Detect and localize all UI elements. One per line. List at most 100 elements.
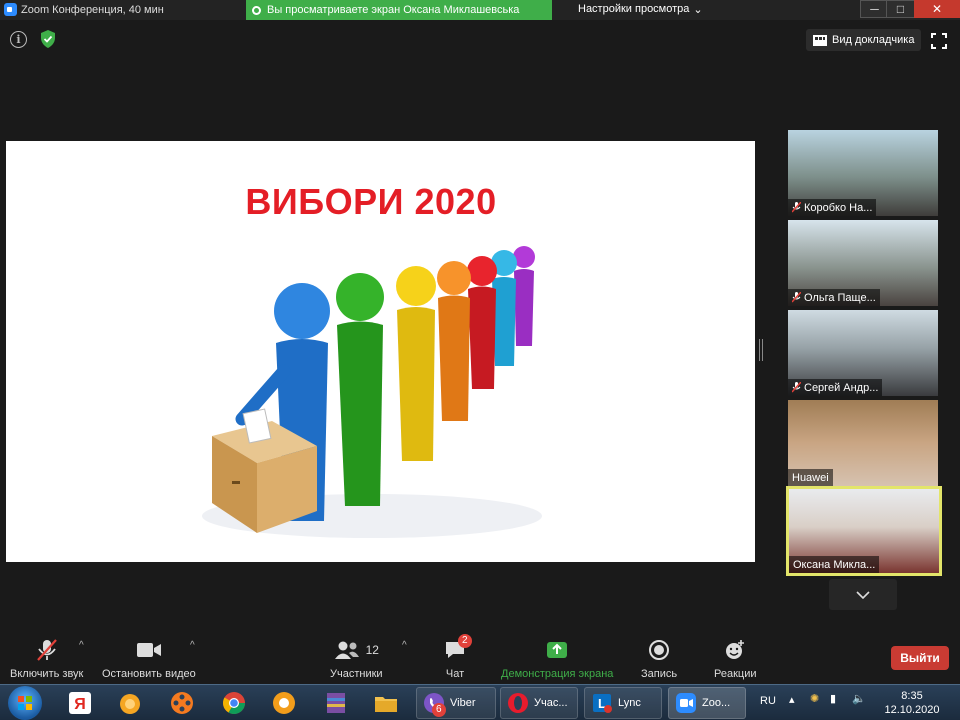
participant-tile[interactable]: Сергей Андр...	[788, 310, 938, 396]
windows-logo-icon	[18, 696, 32, 710]
participant-name-tag: Сергей Андр...	[788, 379, 883, 396]
participant-name: Коробко На...	[804, 201, 873, 214]
taskbar-opera-label: Учас...	[534, 697, 568, 709]
taskbar-viber[interactable]: Viber	[416, 687, 496, 719]
taskbar-lync[interactable]: L Lync	[584, 687, 662, 719]
participants-options-caret-icon[interactable]: ^	[402, 640, 407, 651]
winrar-app[interactable]	[320, 688, 352, 718]
video-options-caret-icon[interactable]: ^	[190, 640, 195, 651]
tray-sun-icon[interactable]: ✺	[810, 692, 819, 705]
archive-icon	[327, 693, 345, 713]
taskbar-zoom[interactable]: Zoo...	[668, 687, 746, 719]
language-indicator[interactable]: RU	[760, 695, 776, 707]
volume-icon[interactable]: 🔈	[852, 692, 866, 705]
zoom-icon	[676, 693, 696, 713]
svg-text:Я: Я	[74, 696, 86, 713]
settings-app[interactable]	[268, 688, 300, 718]
participant-name-tag: Оксана Микла...	[789, 556, 880, 573]
window-title: Zoom Конференция, 40 мин	[21, 3, 164, 16]
grid-view-icon	[813, 34, 827, 46]
fullscreen-icon[interactable]	[931, 33, 947, 49]
browser-app[interactable]	[114, 688, 146, 718]
participant-name: Сергей Андр...	[804, 381, 879, 394]
active-speaker-tile[interactable]: Оксана Микла...	[786, 486, 942, 576]
smiley-icon	[726, 640, 745, 659]
participant-name: Huawei	[792, 471, 829, 484]
leave-meeting-button[interactable]: Выйти	[891, 646, 949, 670]
maximize-button[interactable]: □	[886, 0, 915, 18]
scroll-participants-down-button[interactable]	[829, 579, 897, 610]
record-icon	[649, 640, 670, 660]
participants-count: 12	[365, 643, 379, 657]
show-hidden-icons-icon[interactable]: ▴	[789, 693, 795, 706]
panel-resize-handle[interactable]	[759, 339, 763, 361]
participant-name: Оксана Микла...	[793, 558, 876, 571]
start-button[interactable]	[8, 686, 42, 720]
windows-taskbar: Я Viber 6 Учас... L Lync Zoo... RU ▴ ✺ ▮…	[0, 684, 960, 720]
sharing-indicator-icon	[252, 5, 261, 15]
close-window-button[interactable]: ✕	[914, 0, 960, 18]
clock-time: 8:35	[901, 690, 923, 702]
participants-label: Участники	[330, 668, 383, 680]
minimize-button[interactable]: ─	[860, 0, 889, 18]
chevron-down-icon	[856, 590, 870, 599]
share-screen-icon	[547, 642, 568, 658]
video-camera-icon	[136, 643, 161, 657]
app-title-area: Zoom Конференция, 40 мин	[4, 3, 164, 16]
participants-button[interactable]: 12 Участники	[330, 638, 383, 680]
chat-unread-badge: 2	[458, 634, 472, 648]
reactions-button[interactable]: Реакции	[714, 638, 757, 680]
participant-tile[interactable]: Ольга Паще...	[788, 220, 938, 306]
speaker-view-button[interactable]: Вид докладчика	[806, 29, 922, 51]
window-title-bar: Zoom Конференция, 40 мин Вы просматривае…	[0, 0, 960, 20]
taskbar-lync-label: Lync	[618, 697, 641, 709]
unmute-button[interactable]: Включить звук	[10, 638, 83, 680]
slide-title: ВИБОРИ 2020	[245, 181, 497, 222]
audio-options-caret-icon[interactable]: ^	[79, 640, 84, 651]
close-icon: ✕	[931, 2, 943, 16]
voting-queue-illustration	[202, 246, 542, 538]
meeting-info-icon[interactable]: i	[10, 31, 27, 48]
encryption-shield-icon[interactable]	[39, 29, 57, 49]
record-button[interactable]: Запись	[641, 638, 677, 680]
mic-muted-icon	[792, 202, 801, 213]
orange-globe-icon	[120, 694, 140, 714]
view-options-menu[interactable]: Настройки просмотра ⌄	[578, 3, 703, 16]
viber-unread-badge: 6	[432, 703, 446, 717]
minimize-icon: ─	[870, 2, 879, 16]
meeting-toolbar: Включить звук ^ Остановить видео ^ 12 Уч…	[0, 628, 960, 684]
record-label: Запись	[641, 668, 678, 680]
taskbar-zoom-label: Zoo...	[702, 697, 731, 709]
system-clock[interactable]: 8:35 12.10.2020	[880, 689, 944, 717]
share-screen-label: Демонстрация экрана	[501, 668, 614, 680]
yandex-browser-app[interactable]: Я	[64, 688, 96, 718]
chevron-down-icon: ⌄	[693, 4, 703, 16]
chat-label: Чат	[445, 668, 465, 680]
media-player-app[interactable]	[166, 688, 198, 718]
view-options-label: Настройки просмотра	[578, 3, 690, 15]
participant-name-tag: Коробко На...	[788, 199, 877, 216]
participant-name: Ольга Паще...	[804, 291, 876, 304]
lync-icon: L	[593, 694, 612, 713]
chrome-icon	[223, 692, 245, 714]
reactions-label: Реакции	[714, 668, 757, 680]
share-banner-text: Вы просматриваете экран Оксана Миклашевс…	[267, 4, 520, 16]
participant-tile[interactable]: Коробко На...	[788, 130, 938, 216]
screen-share-banner: Вы просматриваете экран Оксана Миклашевс…	[246, 0, 552, 20]
mic-muted-icon	[792, 382, 801, 393]
participant-tile[interactable]: Huawei	[788, 400, 938, 486]
mic-muted-icon	[36, 639, 57, 661]
zoom-logo-icon	[4, 3, 17, 16]
file-explorer-app[interactable]	[370, 688, 402, 718]
taskbar-opera[interactable]: Учас...	[500, 687, 578, 719]
network-icon[interactable]: ▮	[830, 692, 836, 705]
gear-icon	[273, 692, 295, 714]
stop-video-button[interactable]: Остановить видео	[102, 638, 196, 680]
participant-name-tag: Ольга Паще...	[788, 289, 880, 306]
chrome-app[interactable]	[218, 688, 250, 718]
folder-icon	[375, 697, 397, 712]
maximize-icon: □	[896, 2, 905, 16]
unmute-label: Включить звук	[10, 668, 84, 680]
film-reel-icon	[171, 692, 193, 714]
share-screen-button[interactable]: Демонстрация экрана	[501, 638, 613, 680]
